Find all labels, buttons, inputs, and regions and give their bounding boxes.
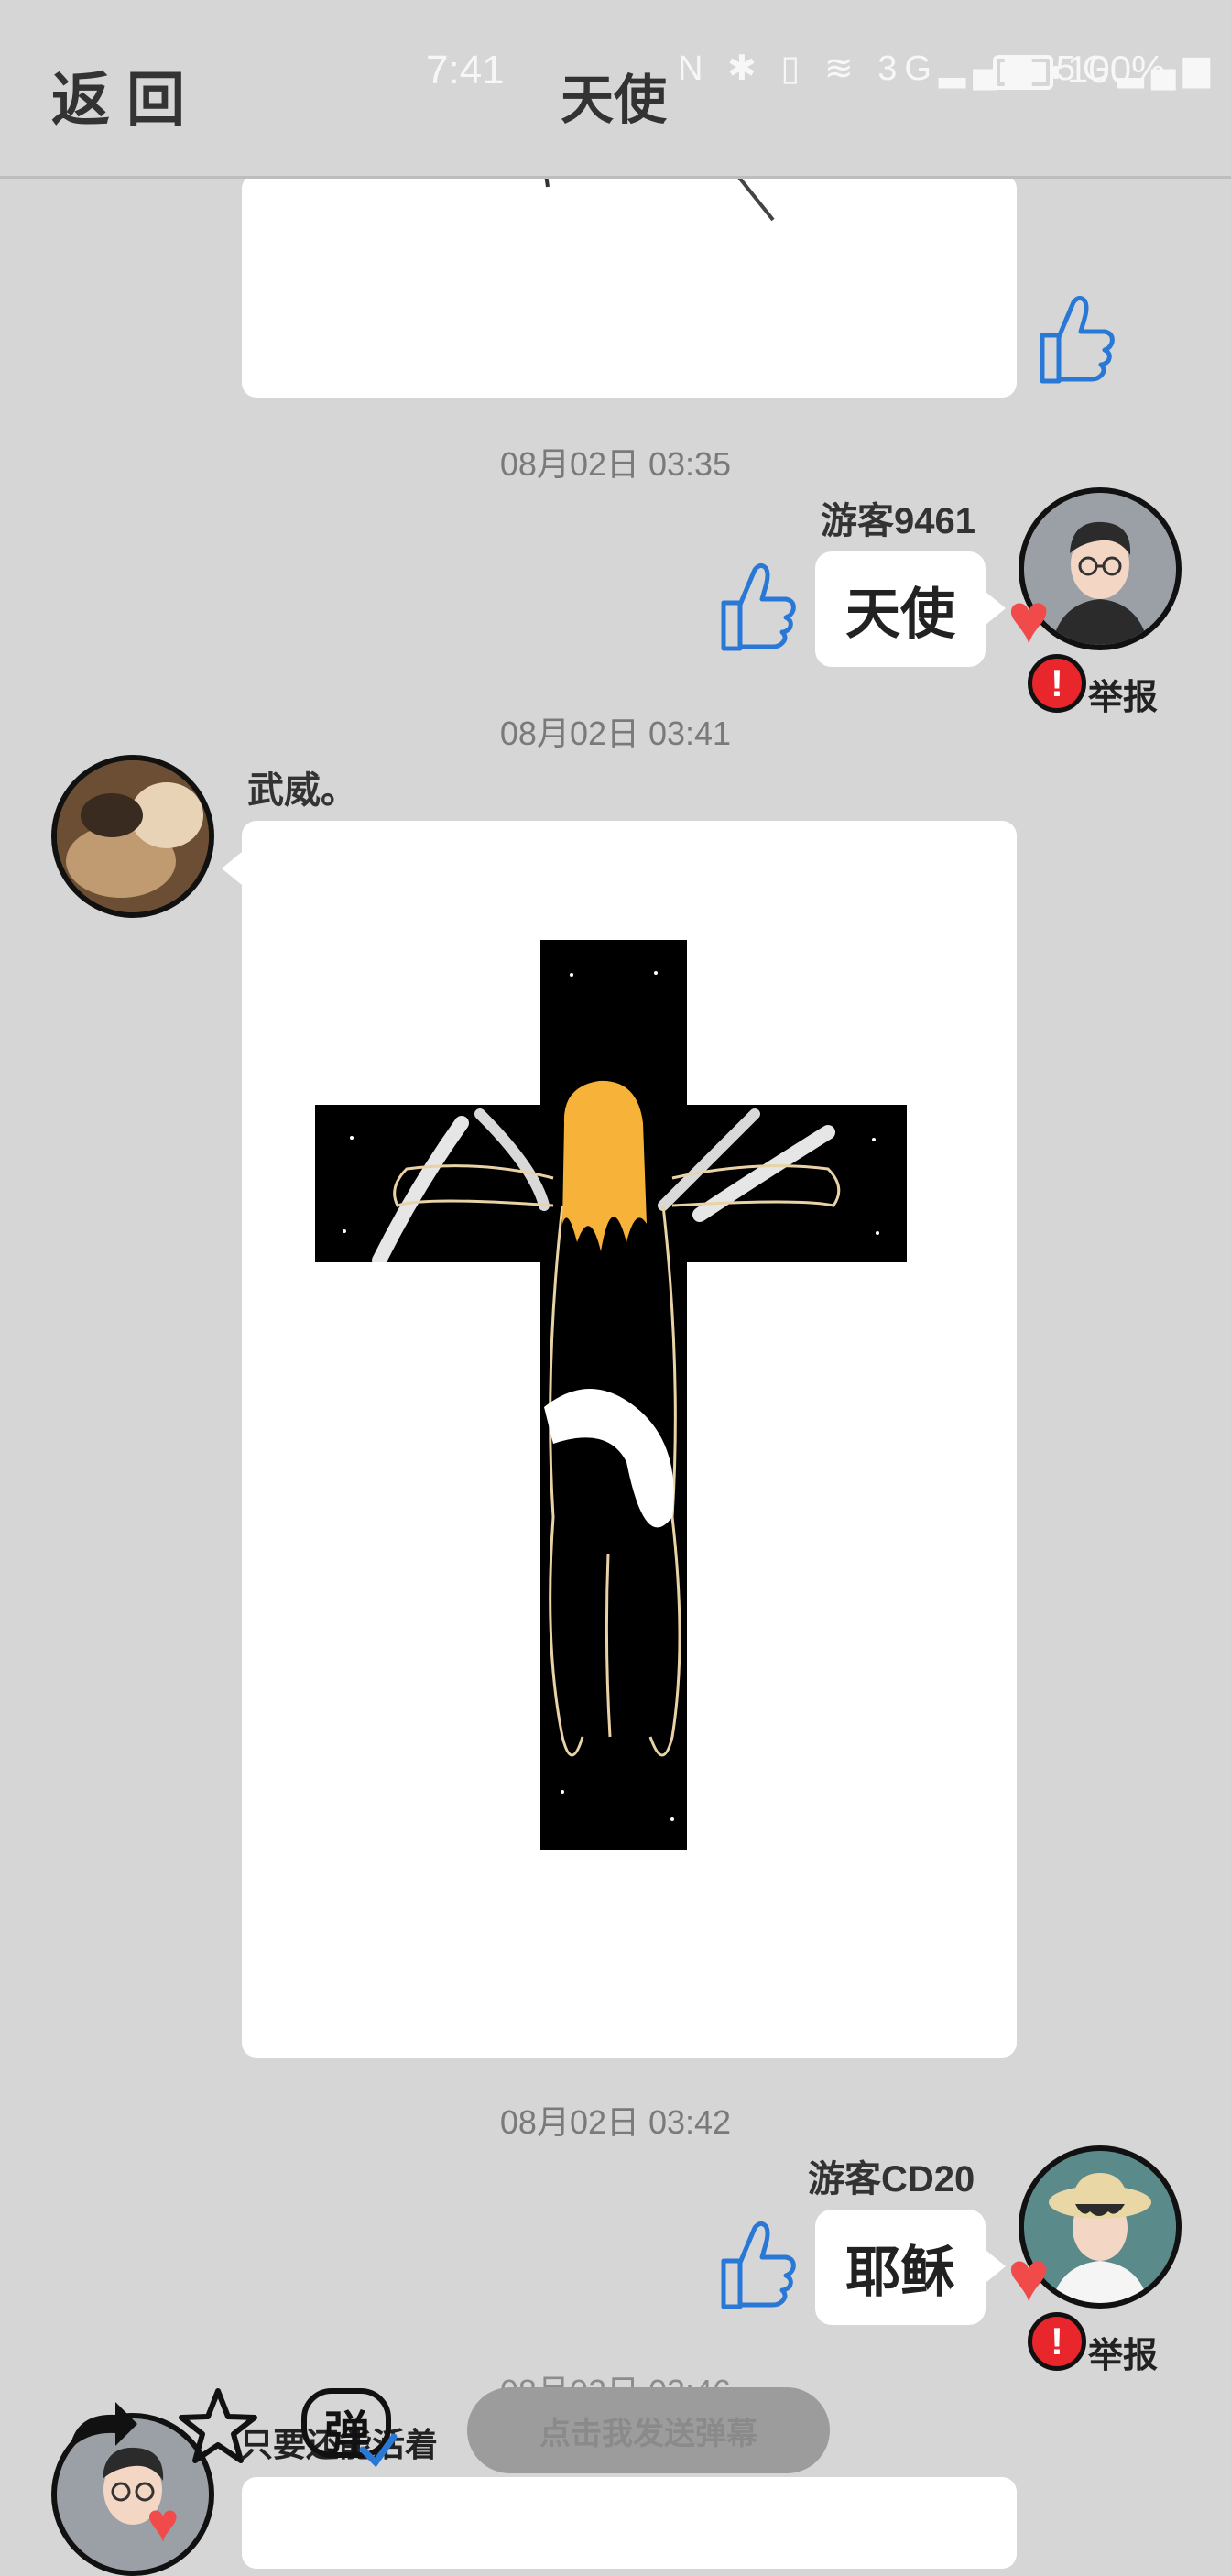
- image-message-card[interactable]: [242, 172, 1017, 398]
- like-icon[interactable]: [713, 2217, 799, 2317]
- page-title: 天使: [561, 71, 668, 130]
- app-header: 返回 7:41 天使 N ✱ ▯ ≋ 3G▂▄▆ 5G▂▄▆ 100%: [0, 0, 1231, 179]
- message-card[interactable]: [242, 2477, 1017, 2569]
- report-icon[interactable]: !: [1028, 2312, 1086, 2371]
- bubble-tail: [986, 2250, 1006, 2283]
- user-name: 游客CD20: [808, 2159, 975, 2199]
- crucifix-drawing: [315, 940, 907, 1850]
- heart-icon[interactable]: ♥: [147, 2495, 180, 2550]
- heart-icon[interactable]: ♥: [1008, 2241, 1050, 2312]
- message-timestamp: 08月02日 03:42: [499, 2103, 732, 2141]
- message-bubble[interactable]: 天使: [815, 551, 986, 667]
- danmaku-toggle-icon[interactable]: 弹: [299, 2385, 399, 2468]
- report-button[interactable]: 举报: [1088, 2327, 1158, 2377]
- report-icon[interactable]: !: [1028, 654, 1086, 713]
- report-button[interactable]: 举报: [1088, 669, 1158, 719]
- status-time: 7:41: [426, 48, 505, 93]
- message-timestamp: 08月02日 03:35: [499, 445, 732, 483]
- bubble-tail: [986, 592, 1006, 625]
- heart-icon[interactable]: ♥: [1008, 583, 1050, 654]
- send-danmaku-button[interactable]: 点击我发送弹幕: [467, 2387, 830, 2473]
- like-icon[interactable]: [713, 559, 799, 659]
- user-name: 游客9461: [821, 501, 975, 541]
- danmaku-icon-char: 弹: [324, 2407, 370, 2459]
- user-name: 武威。: [247, 770, 357, 811]
- image-message-card[interactable]: [242, 821, 1017, 2058]
- back-button[interactable]: 返回: [51, 53, 202, 137]
- message-bubble[interactable]: 耶稣: [815, 2210, 986, 2325]
- battery-percent: 100%: [1067, 48, 1166, 91]
- like-icon[interactable]: [1031, 291, 1117, 391]
- share-icon[interactable]: [60, 2395, 143, 2472]
- drawing-fragment: [544, 172, 775, 222]
- battery-icon: [993, 55, 1059, 90]
- bubble-tail: [222, 852, 242, 885]
- avatar[interactable]: [51, 755, 214, 918]
- message-timestamp: 08月02日 03:41: [499, 715, 732, 752]
